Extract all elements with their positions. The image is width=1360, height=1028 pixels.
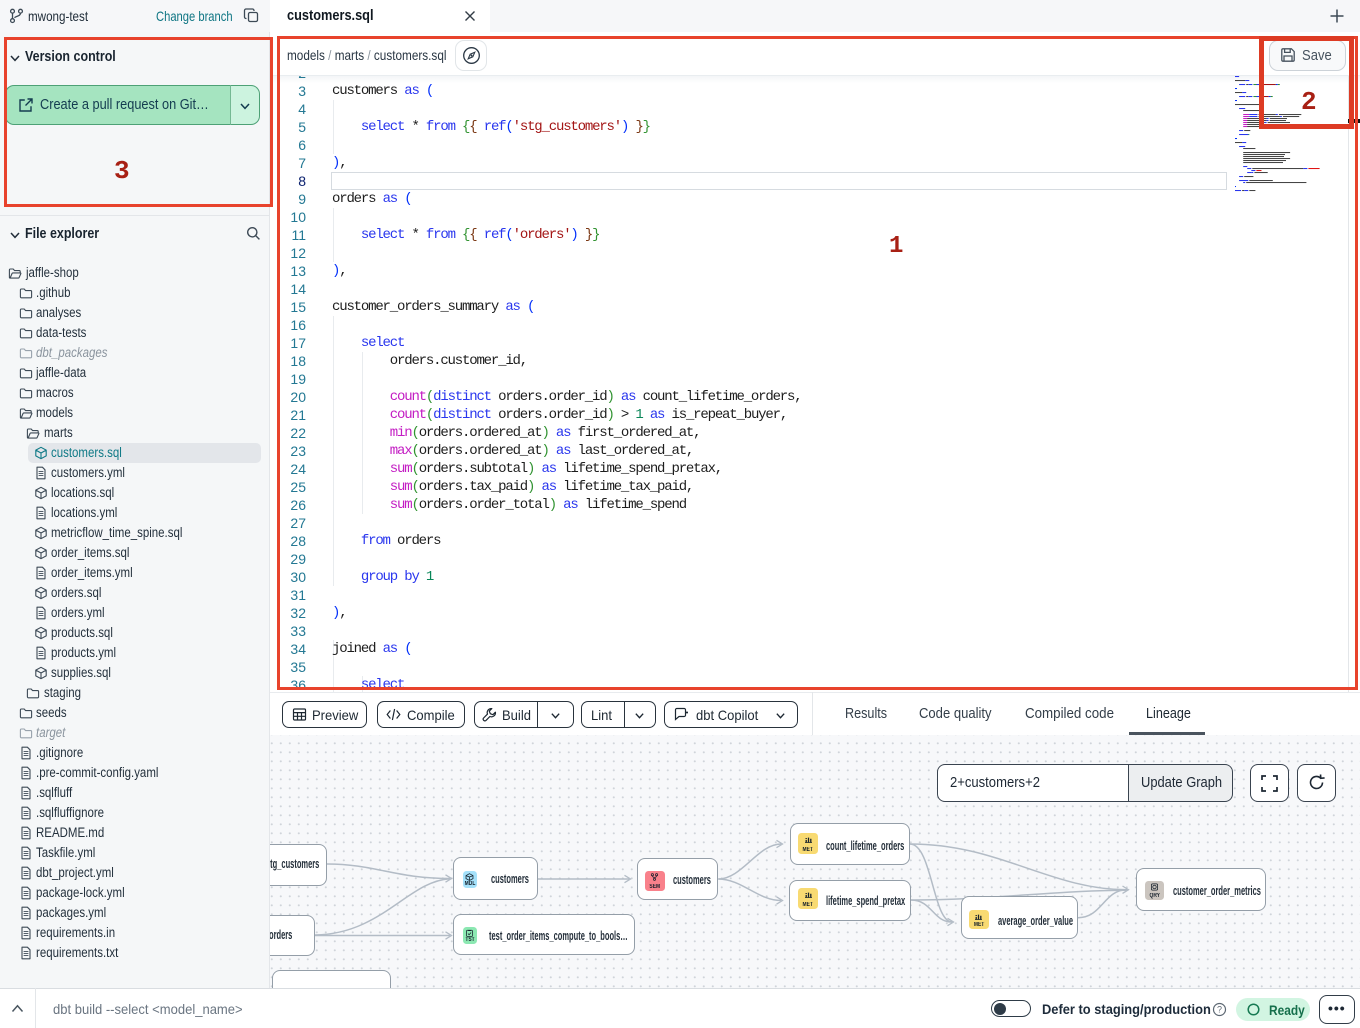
svg-text:?: ? [1217, 1005, 1222, 1015]
